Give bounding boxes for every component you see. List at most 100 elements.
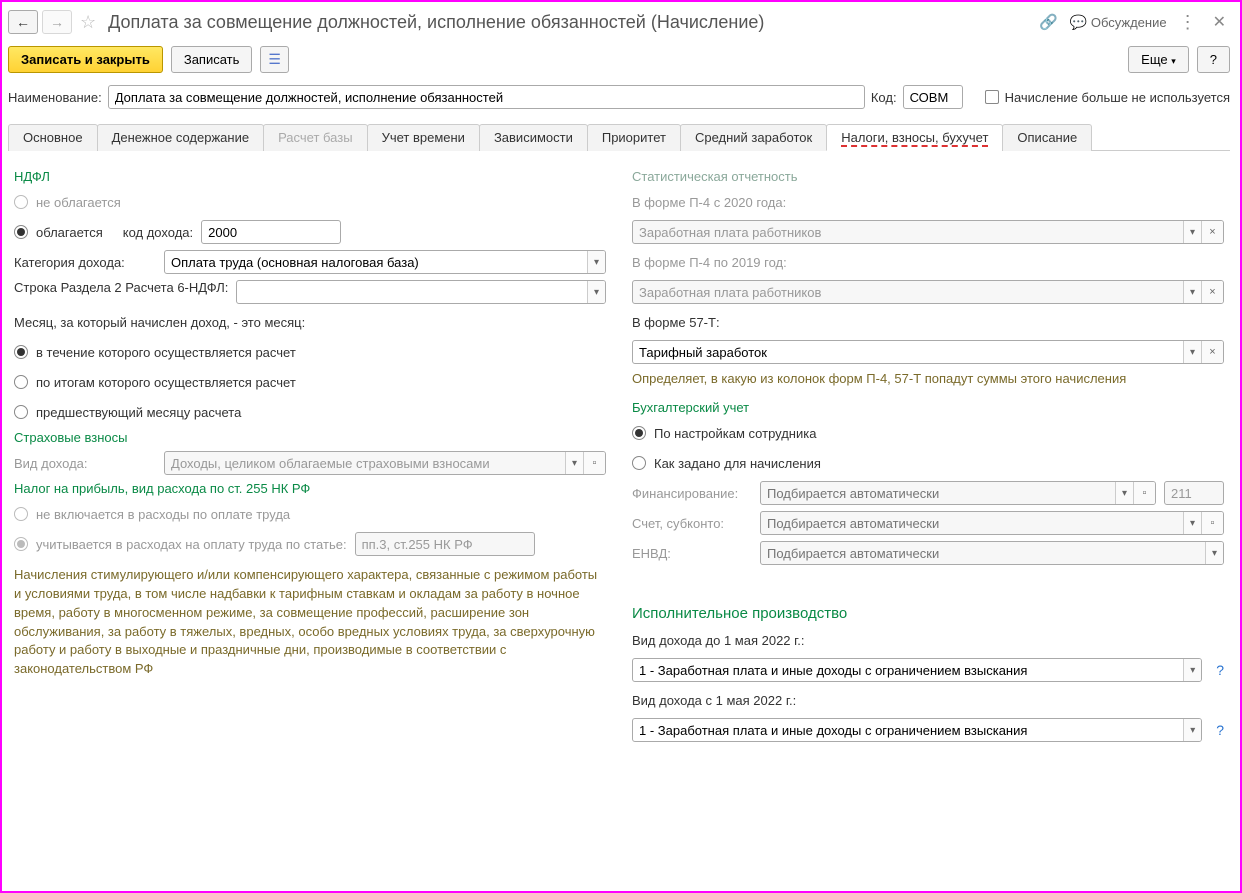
label-taxed: облагается xyxy=(36,225,103,240)
help-icon[interactable]: ? xyxy=(1216,662,1224,678)
envd-field: ▾ xyxy=(760,541,1224,565)
dropdown-icon[interactable]: ▾ xyxy=(1183,719,1201,741)
label-month-after: по итогам которого осуществляется расчет xyxy=(36,375,296,390)
open-icon: ▫ xyxy=(1133,482,1155,504)
p4-2019-label: В форме П-4 по 2019 год: xyxy=(632,255,787,270)
dropdown-icon: ▾ xyxy=(1183,512,1201,534)
discuss-button[interactable]: 💬 Обсуждение xyxy=(1070,14,1167,31)
clear-icon[interactable]: × xyxy=(1201,341,1223,363)
section-accounting: Бухгалтерский учет xyxy=(632,400,1224,415)
dropdown-icon[interactable]: ▾ xyxy=(1183,659,1201,681)
tabs: ОсновноеДенежное содержаниеРасчет базыУч… xyxy=(8,123,1230,151)
section-exec: Исполнительное производство xyxy=(632,605,1224,622)
not-used-checkbox[interactable] xyxy=(985,90,999,104)
p4-2020-label: В форме П-4 с 2020 года: xyxy=(632,195,786,210)
radio-month-during[interactable] xyxy=(14,345,28,359)
label-month-during: в течение которого осуществляется расчет xyxy=(36,345,296,360)
radio-not-taxed xyxy=(14,195,28,209)
section-stat: Статистическая отчетность xyxy=(632,169,1224,184)
row2-field[interactable]: ▾ xyxy=(236,280,606,304)
section-ndfl: НДФЛ xyxy=(14,169,606,184)
label-not-taxed: не облагается xyxy=(36,195,121,210)
row2-label: Строка Раздела 2 Расчета 6-НДФЛ: xyxy=(14,280,228,297)
dropdown-icon: ▾ xyxy=(1183,221,1201,243)
ins-type-label: Вид дохода: xyxy=(14,456,156,471)
help-button[interactable]: ? xyxy=(1197,46,1230,73)
profit-article-field: ▾ xyxy=(355,532,535,556)
income-code-label: код дохода: xyxy=(123,225,193,240)
back-button[interactable]: ← xyxy=(8,10,38,34)
exec-before-label: Вид дохода до 1 мая 2022 г.: xyxy=(632,633,805,648)
help-icon[interactable]: ? xyxy=(1216,722,1224,738)
tab-4[interactable]: Зависимости xyxy=(479,124,588,151)
month-header-label: Месяц, за который начислен доход, - это … xyxy=(14,315,305,330)
not-used-label: Начисление больше не используется xyxy=(1005,90,1230,105)
page-title: Доплата за совмещение должностей, исполн… xyxy=(108,12,1035,33)
kebab-icon[interactable]: ⋮ xyxy=(1179,12,1197,33)
fin-account-field: ▾ xyxy=(1164,481,1224,505)
clear-icon: × xyxy=(1201,281,1223,303)
save-close-button[interactable]: Записать и закрыть xyxy=(8,46,163,73)
report-icon-button[interactable]: ☰ xyxy=(260,46,289,73)
clear-icon: × xyxy=(1201,221,1223,243)
dropdown-icon[interactable]: ▾ xyxy=(587,251,605,273)
radio-acc-bystaff[interactable] xyxy=(632,426,646,440)
dropdown-icon: ▾ xyxy=(565,452,583,474)
title-bar: ← → ☆ Доплата за совмещение должностей, … xyxy=(8,8,1230,36)
fin-field: ▾ ▫ xyxy=(760,481,1156,505)
dropdown-icon[interactable]: ▾ xyxy=(1183,341,1201,363)
command-bar: Записать и закрыть Записать ☰ Еще ▾ ? xyxy=(8,46,1230,73)
label-acc-bystaff: По настройкам сотрудника xyxy=(654,426,816,441)
radio-profit-yes xyxy=(14,537,28,551)
tab-0[interactable]: Основное xyxy=(8,124,98,151)
tab-5[interactable]: Приоритет xyxy=(587,124,681,151)
category-label: Категория дохода: xyxy=(14,255,156,270)
radio-month-after[interactable] xyxy=(14,375,28,389)
category-field[interactable]: ▾ xyxy=(164,250,606,274)
tab-1[interactable]: Денежное содержание xyxy=(97,124,264,151)
radio-month-prev[interactable] xyxy=(14,405,28,419)
exec-before-field[interactable]: ▾ xyxy=(632,658,1202,682)
radio-acc-given[interactable] xyxy=(632,456,646,470)
ins-type-field: ▾ ▫ xyxy=(164,451,606,475)
acc-field: ▾ ▫ xyxy=(760,511,1224,535)
close-button[interactable]: ✕ xyxy=(1209,12,1230,32)
tab-2: Расчет базы xyxy=(263,124,368,151)
label-profit-not: не включается в расходы по оплате труда xyxy=(36,507,290,522)
stat-note: Определяет, в какую из колонок форм П-4,… xyxy=(632,370,1224,388)
exec-after-label: Вид дохода с 1 мая 2022 г.: xyxy=(632,693,796,708)
open-icon: ▫ xyxy=(1201,512,1223,534)
save-button[interactable]: Записать xyxy=(171,46,253,73)
envd-label: ЕНВД: xyxy=(632,546,752,561)
f57t-field[interactable]: ▾ × xyxy=(632,340,1224,364)
code-label: Код: xyxy=(871,90,897,105)
exec-after-field[interactable]: ▾ xyxy=(632,718,1202,742)
dropdown-icon[interactable]: ▾ xyxy=(587,281,605,303)
forward-button[interactable]: → xyxy=(42,10,72,34)
tab-6[interactable]: Средний заработок xyxy=(680,124,827,151)
open-icon: ▫ xyxy=(583,452,605,474)
label-month-prev: предшествующий месяцу расчета xyxy=(36,405,241,420)
income-code-field[interactable]: ▾ ▫ xyxy=(201,220,341,244)
tab-3[interactable]: Учет времени xyxy=(367,124,480,151)
radio-taxed[interactable] xyxy=(14,225,28,239)
dropdown-icon: ▾ xyxy=(1115,482,1133,504)
code-input[interactable] xyxy=(903,85,963,109)
name-input[interactable] xyxy=(108,85,865,109)
more-button[interactable]: Еще ▾ xyxy=(1128,46,1189,73)
dropdown-icon: ▾ xyxy=(1183,281,1201,303)
acc-label: Счет, субконто: xyxy=(632,516,752,531)
profit-note: Начисления стимулирующего и/или компенси… xyxy=(14,566,606,679)
link-icon[interactable]: 🔗 xyxy=(1039,13,1058,31)
p4-2020-field: ▾ × xyxy=(632,220,1224,244)
dropdown-icon: ▾ xyxy=(1205,542,1223,564)
fin-label: Финансирование: xyxy=(632,486,752,501)
tab-8[interactable]: Описание xyxy=(1002,124,1092,151)
f57t-label: В форме 57-Т: xyxy=(632,315,720,330)
section-profit-tax: Налог на прибыль, вид расхода по ст. 255… xyxy=(14,481,606,496)
label-acc-given: Как задано для начисления xyxy=(654,456,821,471)
favorite-icon[interactable]: ☆ xyxy=(76,12,100,33)
tab-7[interactable]: Налоги, взносы, бухучет xyxy=(826,124,1003,151)
label-profit-yes: учитывается в расходах на оплату труда п… xyxy=(36,537,347,552)
section-insurance: Страховые взносы xyxy=(14,430,606,445)
